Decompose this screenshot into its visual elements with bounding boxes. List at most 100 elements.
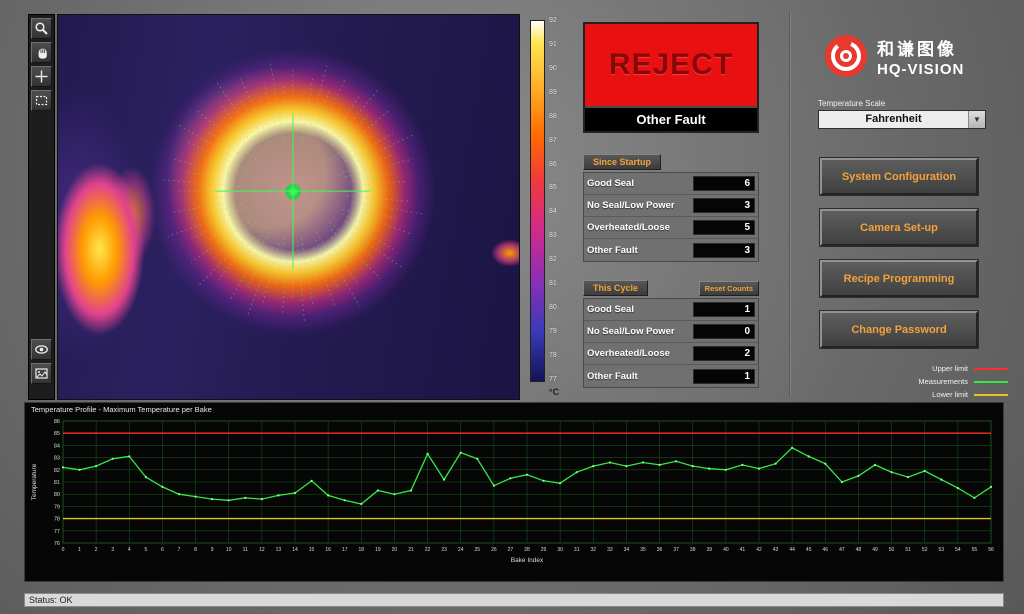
temperature-colorbar	[530, 20, 545, 382]
svg-text:45: 45	[806, 547, 812, 553]
this-cycle-title: This Cycle	[583, 280, 648, 296]
temperature-scale-value: Fahrenheit	[819, 111, 968, 128]
counter-row-no-seal: No Seal/Low Power 3	[584, 195, 758, 217]
svg-text:24: 24	[458, 547, 464, 553]
since-startup-panel: Since Startup Good Seal 6 No Seal/Low Po…	[583, 152, 759, 262]
svg-text:2: 2	[95, 547, 98, 553]
svg-text:48: 48	[856, 547, 862, 553]
svg-text:18: 18	[359, 547, 365, 553]
svg-text:86: 86	[54, 419, 60, 425]
recipe-programming-button[interactable]: Recipe Programming	[820, 260, 978, 297]
counter-value: 1	[693, 369, 755, 384]
crosshair-icon	[34, 69, 49, 84]
chart-legend: Upper limit Measurements Lower limit	[886, 362, 1008, 401]
thermal-image[interactable]	[57, 14, 520, 400]
crosshair-tool-button[interactable]	[31, 66, 52, 87]
colorbar-tick-labels: 92919089888786858483828180797877	[549, 17, 557, 383]
change-password-button[interactable]: Change Password	[820, 311, 978, 348]
svg-text:8: 8	[194, 547, 197, 553]
svg-text:22: 22	[425, 547, 431, 553]
counter-value: 0	[693, 324, 755, 339]
svg-text:34: 34	[624, 547, 630, 553]
counter-label: No Seal/Low Power	[587, 326, 675, 337]
hand-icon	[34, 45, 49, 60]
svg-text:39: 39	[707, 547, 713, 553]
svg-text:28: 28	[524, 547, 530, 553]
brand-name-en: HQ-VISION	[877, 61, 964, 78]
measurement-overlay	[58, 15, 519, 399]
svg-text:14: 14	[292, 547, 298, 553]
svg-text:3: 3	[111, 547, 114, 553]
counter-label: Good Seal	[587, 304, 634, 315]
svg-text:55: 55	[972, 547, 978, 553]
reset-counts-button[interactable]: Reset Counts	[699, 281, 759, 296]
svg-text:31: 31	[574, 547, 580, 553]
tool-strip-spacer	[29, 114, 54, 336]
svg-text:7: 7	[178, 547, 181, 553]
svg-text:35: 35	[640, 547, 646, 553]
svg-text:10: 10	[226, 547, 232, 553]
counter-value: 3	[693, 198, 755, 213]
svg-text:79: 79	[54, 504, 60, 510]
legend-item-measurements: Measurements	[886, 375, 1008, 388]
svg-text:85: 85	[54, 431, 60, 437]
snapshot-button[interactable]	[31, 363, 52, 384]
brand-name-cn: 和谦图像	[877, 35, 964, 60]
counter-value: 5	[693, 220, 755, 235]
svg-text:56: 56	[988, 547, 994, 553]
lower-limit-line-sample	[974, 394, 1008, 396]
image-export-icon	[34, 366, 49, 381]
counter-row-overheated: Overheated/Loose 5	[584, 217, 758, 239]
svg-text:81: 81	[54, 480, 60, 486]
svg-text:30: 30	[557, 547, 563, 553]
temperature-profile-plot: 0123456789101112131415161718192021222324…	[27, 415, 1001, 579]
roi-select-tool-button[interactable]	[31, 90, 52, 111]
legend-label: Upper limit	[932, 364, 968, 373]
svg-text:33: 33	[607, 547, 613, 553]
display-options-button[interactable]	[31, 339, 52, 360]
svg-text:78: 78	[54, 517, 60, 523]
svg-text:50: 50	[889, 547, 895, 553]
counter-label: Other Fault	[587, 245, 638, 256]
counter-row-no-seal: No Seal/Low Power 0	[584, 321, 758, 343]
pan-tool-button[interactable]	[31, 42, 52, 63]
eye-icon	[34, 342, 49, 357]
chevron-down-icon[interactable]: ▼	[968, 111, 985, 128]
system-configuration-button[interactable]: System Configuration	[820, 158, 978, 195]
svg-text:9: 9	[211, 547, 214, 553]
legend-item-lower-limit: Lower limit	[886, 388, 1008, 401]
svg-text:80: 80	[54, 492, 60, 498]
inspection-result-banner: REJECT Other Fault	[583, 22, 759, 133]
svg-text:40: 40	[723, 547, 729, 553]
counter-label: Overheated/Loose	[587, 222, 670, 233]
svg-text:23: 23	[441, 547, 447, 553]
counter-value: 2	[693, 346, 755, 361]
counter-label: Overheated/Loose	[587, 348, 670, 359]
svg-text:17: 17	[342, 547, 348, 553]
this-cycle-panel: This Cycle Reset Counts Good Seal 1 No S…	[583, 278, 759, 388]
svg-text:51: 51	[905, 547, 911, 553]
legend-label: Lower limit	[932, 390, 968, 399]
svg-text:54: 54	[955, 547, 961, 553]
rectangle-select-icon	[34, 93, 49, 108]
svg-text:47: 47	[839, 547, 845, 553]
magnifier-icon	[34, 21, 49, 36]
svg-text:Bake Index: Bake Index	[511, 557, 544, 564]
camera-setup-button[interactable]: Camera Set-up	[820, 209, 978, 246]
app-window: 92919089888786858483828180797877 °C REJE…	[0, 0, 1024, 614]
svg-text:84: 84	[54, 443, 60, 449]
svg-text:4: 4	[128, 547, 131, 553]
svg-text:42: 42	[756, 547, 762, 553]
svg-text:15: 15	[309, 547, 315, 553]
svg-text:52: 52	[922, 547, 928, 553]
measurements-line-sample	[974, 381, 1008, 383]
svg-text:Temperature: Temperature	[31, 463, 38, 500]
svg-text:46: 46	[823, 547, 829, 553]
upper-limit-line-sample	[974, 368, 1008, 370]
svg-text:26: 26	[491, 547, 497, 553]
counter-row-other-fault: Other Fault 1	[584, 365, 758, 387]
image-tool-strip	[28, 14, 55, 400]
temperature-scale-dropdown[interactable]: Fahrenheit ▼	[818, 110, 986, 129]
zoom-tool-button[interactable]	[31, 18, 52, 39]
svg-text:82: 82	[54, 468, 60, 474]
